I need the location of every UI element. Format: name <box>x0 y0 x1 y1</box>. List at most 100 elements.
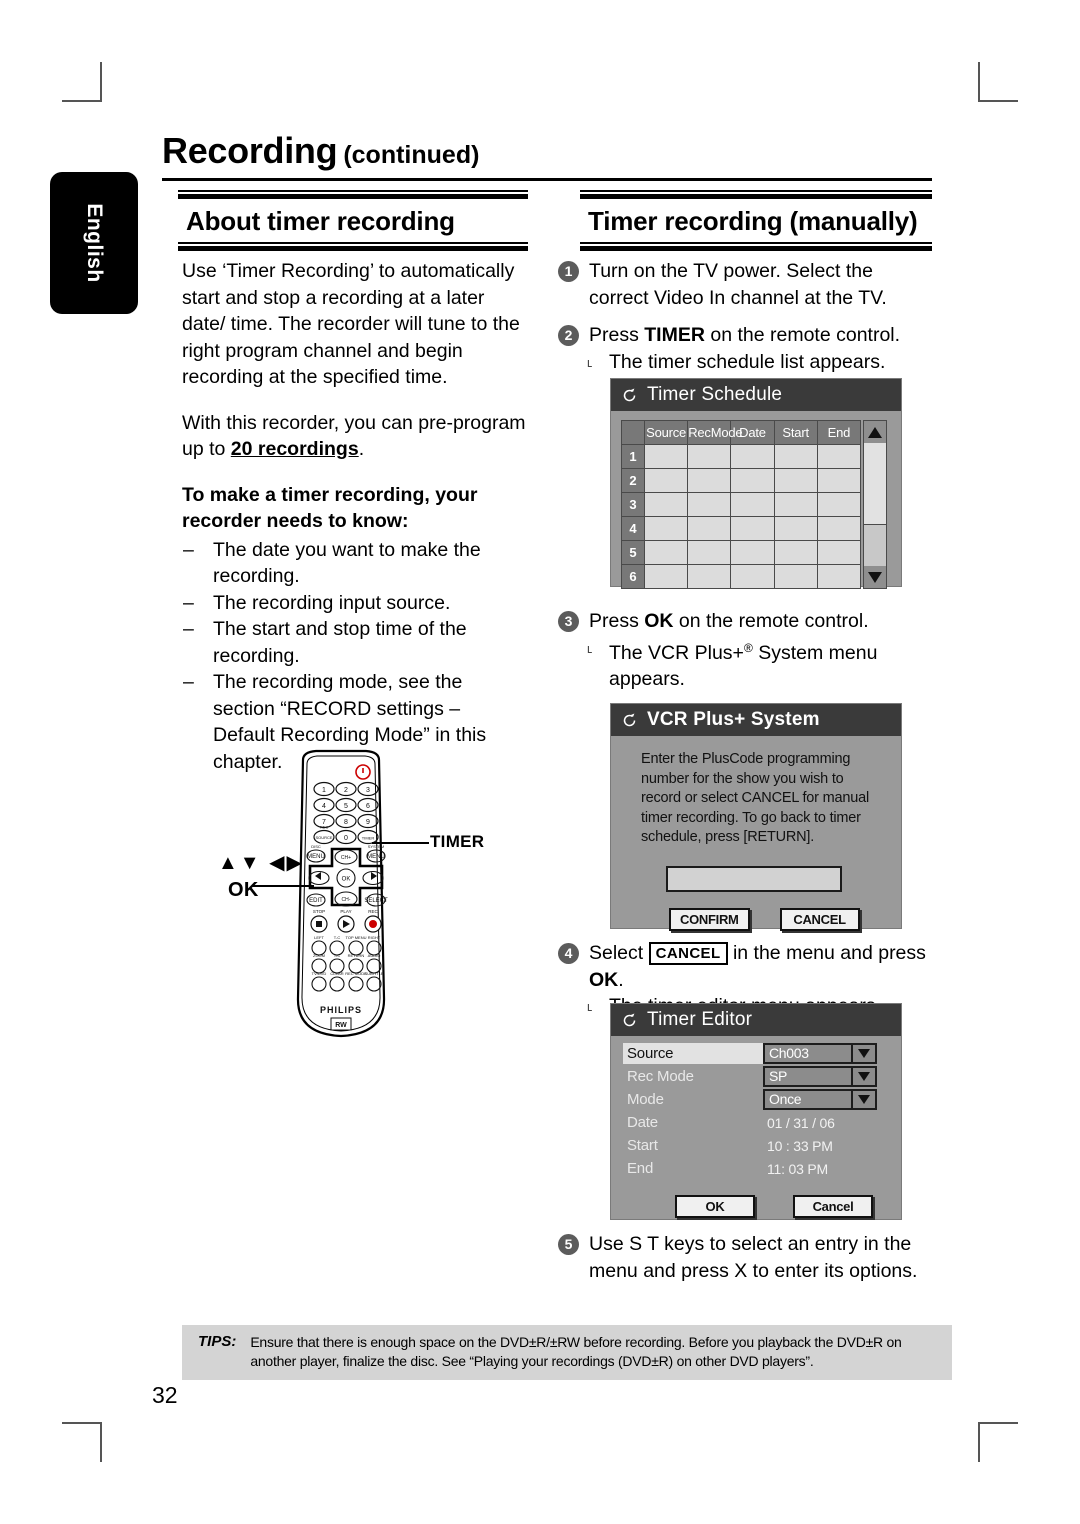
vcr-plus-message: Enter the PlusCode programming number fo… <box>641 751 869 845</box>
cancel-button[interactable]: CANCEL <box>779 907 860 931</box>
svg-text:0: 0 <box>344 835 348 842</box>
svg-text:3: 3 <box>366 787 370 794</box>
cell-recmode[interactable] <box>687 444 732 469</box>
cell-end[interactable] <box>816 492 862 517</box>
left-column-body: Use ‘Timer Recording’ to automatically s… <box>182 258 527 775</box>
table-row[interactable]: 4 <box>621 516 862 541</box>
step-number-badge: 2 <box>558 325 579 346</box>
cell-start[interactable] <box>773 468 818 493</box>
field-row-date[interactable]: Date 01 / 31 / 06 <box>623 1112 887 1133</box>
cell-start[interactable] <box>773 516 818 541</box>
step-number-badge: 4 <box>558 943 579 964</box>
step-3-key: OK <box>644 610 674 632</box>
step-3: 3 Press OK on the remote control. ʟ The V… <box>558 608 936 693</box>
cell-source[interactable] <box>643 492 689 517</box>
field-label-source: Source <box>623 1043 763 1064</box>
cell-date[interactable] <box>730 564 775 589</box>
cell-recmode[interactable] <box>687 516 732 541</box>
field-select-rec-mode[interactable]: SP <box>763 1066 877 1087</box>
table-corner-cell <box>621 420 645 445</box>
chevron-down-icon[interactable] <box>851 1066 877 1087</box>
cell-source[interactable] <box>643 564 689 589</box>
list-item-text: The date you want to make the recording. <box>213 538 481 588</box>
preprogram-paragraph: With this recorder, you can pre-program … <box>182 410 527 463</box>
field-row-start[interactable]: Start 10 : 33 PM <box>623 1135 887 1156</box>
ok-callout-line <box>252 885 314 887</box>
cell-source[interactable] <box>643 540 689 565</box>
cell-date[interactable] <box>730 444 775 469</box>
svg-text:LEFT: LEFT <box>314 935 324 940</box>
svg-text:SELECT: SELECT <box>364 898 388 904</box>
table-row[interactable]: 1 <box>621 444 862 469</box>
field-row-mode[interactable]: Mode Once <box>623 1089 887 1110</box>
crop-mark-top-left <box>62 62 102 102</box>
step-2-text-before: Press <box>589 324 645 346</box>
cancel-button[interactable]: Cancel <box>793 1195 873 1218</box>
step-5-wrapper: 5 Use S T keys to select an entry in the… <box>558 1231 936 1295</box>
cell-start[interactable] <box>773 444 818 469</box>
cell-recmode[interactable] <box>687 468 732 493</box>
svg-text:CH-: CH- <box>342 897 351 903</box>
cell-end[interactable] <box>816 516 862 541</box>
heading-rule-thin-top <box>178 190 528 192</box>
chevron-down-icon[interactable] <box>851 1089 877 1110</box>
table-row[interactable]: 5 <box>621 540 862 565</box>
step-number-badge: 3 <box>558 611 579 632</box>
cell-recmode[interactable] <box>687 564 732 589</box>
field-row-source[interactable]: Source Ch003 <box>623 1043 887 1064</box>
chevron-down-icon[interactable] <box>851 1043 877 1064</box>
list-item: – The recording input source. <box>182 590 527 617</box>
row-number: 2 <box>621 468 645 493</box>
table-row[interactable]: 2 <box>621 468 862 493</box>
left-section-title: About timer recording <box>186 206 455 236</box>
scroll-up-arrow-icon[interactable] <box>864 421 886 443</box>
cell-end[interactable] <box>816 444 862 469</box>
navigation-arrows-callout-label: ▲▼ ◀▶ <box>218 852 304 874</box>
cell-date[interactable] <box>730 468 775 493</box>
cell-end[interactable] <box>816 564 862 589</box>
table-row[interactable]: 3 <box>621 492 862 517</box>
cell-source[interactable] <box>643 468 689 493</box>
column-header-recmode: RecMode <box>687 420 743 445</box>
cell-date[interactable] <box>730 492 775 517</box>
table-row[interactable]: 6 <box>621 564 862 589</box>
cell-recmode[interactable] <box>687 540 732 565</box>
svg-text:PLAY: PLAY <box>340 909 351 914</box>
field-select-mode[interactable]: Once <box>763 1089 877 1110</box>
intro-paragraph: Use ‘Timer Recording’ to automatically s… <box>182 260 520 388</box>
field-row-end[interactable]: End 11: 03 PM <box>623 1158 887 1179</box>
row-number: 3 <box>621 492 645 517</box>
scrollbar-track[interactable] <box>864 443 886 566</box>
heading-rule-thin-bottom <box>178 242 528 244</box>
cell-recmode[interactable] <box>687 492 732 517</box>
list-item-text: The start and stop time of the recording… <box>213 618 467 667</box>
confirm-button[interactable]: CONFIRM <box>669 907 750 931</box>
step-3-text-before: Press <box>589 610 645 632</box>
ok-button[interactable]: OK <box>675 1195 755 1218</box>
svg-text:REC: REC <box>368 909 378 914</box>
row-number: 1 <box>621 444 645 469</box>
timer-editor-screen: Timer Editor Source Ch003 Rec Mode SP Mo… <box>610 1003 902 1220</box>
cell-end[interactable] <box>816 540 862 565</box>
scrollbar-thumb[interactable] <box>864 443 886 526</box>
cell-start[interactable] <box>773 540 818 565</box>
pluscode-input[interactable] <box>666 865 842 892</box>
svg-text:RIGHT: RIGHT <box>368 935 381 940</box>
svg-text:MENU: MENU <box>367 854 385 860</box>
cell-start[interactable] <box>773 492 818 517</box>
field-label-end: End <box>627 1160 654 1177</box>
field-select-source[interactable]: Ch003 <box>763 1043 877 1064</box>
cell-source[interactable] <box>643 516 689 541</box>
right-section-heading: Timer recording (manually) <box>580 190 932 251</box>
cell-end[interactable] <box>816 468 862 493</box>
field-row-rec-mode[interactable]: Rec Mode SP <box>623 1066 887 1087</box>
cell-start[interactable] <box>773 564 818 589</box>
timer-schedule-scrollbar[interactable] <box>863 420 887 589</box>
scroll-down-arrow-icon[interactable] <box>864 566 886 588</box>
cell-source[interactable] <box>643 444 689 469</box>
cell-date[interactable] <box>730 540 775 565</box>
cell-date[interactable] <box>730 516 775 541</box>
field-value-source: Ch003 <box>763 1043 851 1064</box>
left-section-heading: About timer recording <box>178 190 528 251</box>
field-value-rec-mode: SP <box>763 1066 851 1087</box>
